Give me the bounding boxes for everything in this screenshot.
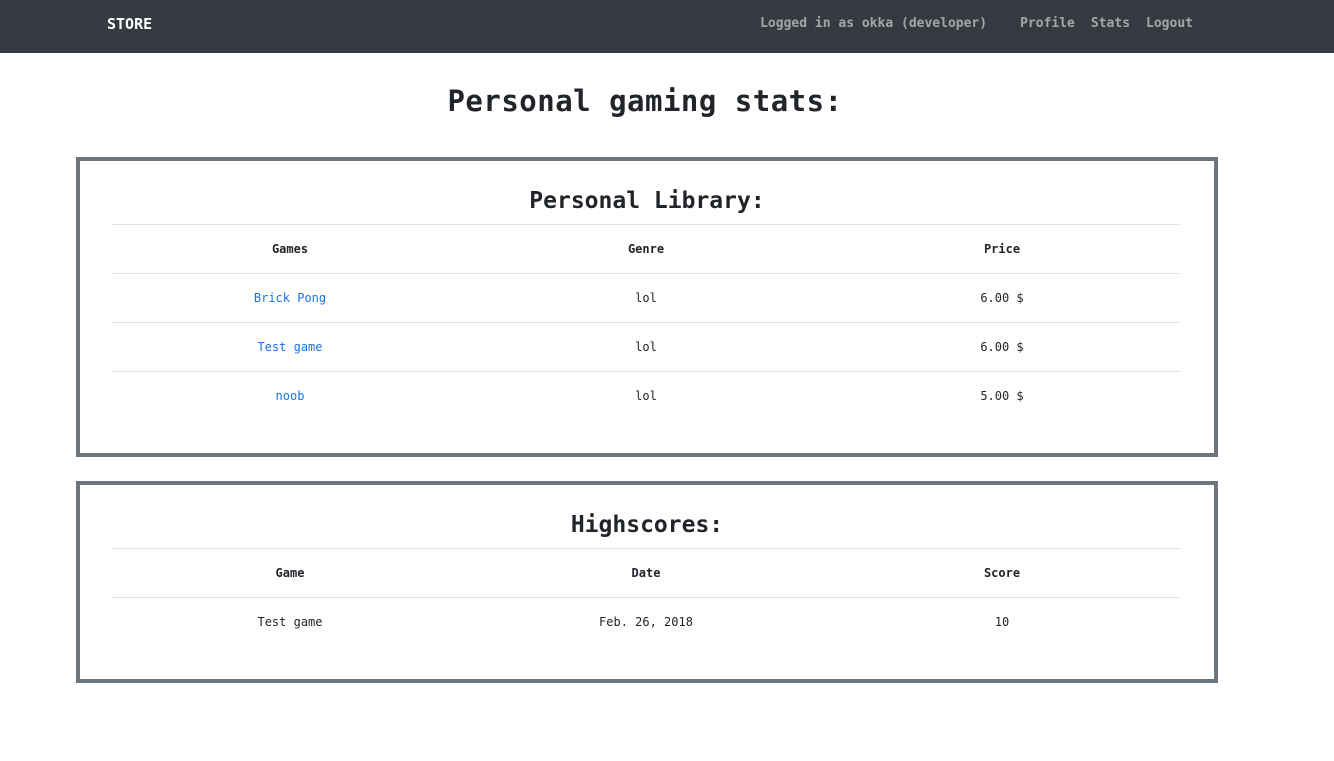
price-cell: 5.00 $ <box>824 371 1180 420</box>
library-title: Personal Library: <box>529 188 765 214</box>
nav-link-profile[interactable]: Profile <box>1020 16 1075 31</box>
column-header-game: Game <box>112 548 468 598</box>
price-cell: 6.00 $ <box>824 273 1180 323</box>
date-cell: Feb. 26, 2018 <box>468 597 824 646</box>
game-link[interactable]: Brick Pong <box>254 291 326 305</box>
column-header-games: Games <box>112 224 468 274</box>
page-title: Personal gaming stats: <box>447 84 843 118</box>
highscores-title: Highscores: <box>570 512 724 538</box>
game-link[interactable]: noob <box>276 389 305 403</box>
game-cell: Test game <box>112 597 468 646</box>
genre-cell: lol <box>468 273 824 323</box>
library-table: Games Genre Price Brick Pong lol 6.00 $ … <box>112 224 1180 420</box>
table-row: Test game lol 6.00 $ <box>112 322 1180 372</box>
nav-link-logout[interactable]: Logout <box>1146 16 1193 31</box>
table-row: Brick Pong lol 6.00 $ <box>112 273 1180 323</box>
column-header-score: Score <box>824 548 1180 598</box>
table-header-row: Game Date Score <box>112 548 1180 598</box>
column-header-date: Date <box>468 548 824 598</box>
highscores-card: Highscores: Game Date Score Test game Fe… <box>76 481 1218 683</box>
table-row: noob lol 5.00 $ <box>112 371 1180 420</box>
table-header-row: Games Genre Price <box>112 224 1180 274</box>
game-cell: noob <box>112 371 468 420</box>
nav-right: Logged in as okka (developer) Profile St… <box>760 16 1193 31</box>
column-header-price: Price <box>824 224 1180 274</box>
brand-link[interactable]: STORE <box>107 15 152 33</box>
table-row: Test game Feb. 26, 2018 10 <box>112 597 1180 646</box>
genre-cell: lol <box>468 371 824 420</box>
game-cell: Brick Pong <box>112 273 468 323</box>
login-status: Logged in as okka (developer) <box>760 16 988 31</box>
column-header-genre: Genre <box>468 224 824 274</box>
price-cell: 6.00 $ <box>824 322 1180 372</box>
highscores-table: Game Date Score Test game Feb. 26, 2018 … <box>112 548 1180 646</box>
genre-cell: lol <box>468 322 824 372</box>
personal-library-card: Personal Library: Games Genre Price Bric… <box>76 157 1218 457</box>
game-link[interactable]: Test game <box>257 340 322 354</box>
top-navbar: STORE Logged in as okka (developer) Prof… <box>0 0 1334 53</box>
nav-link-stats[interactable]: Stats <box>1091 16 1130 31</box>
game-cell: Test game <box>112 322 468 372</box>
score-cell: 10 <box>824 597 1180 646</box>
